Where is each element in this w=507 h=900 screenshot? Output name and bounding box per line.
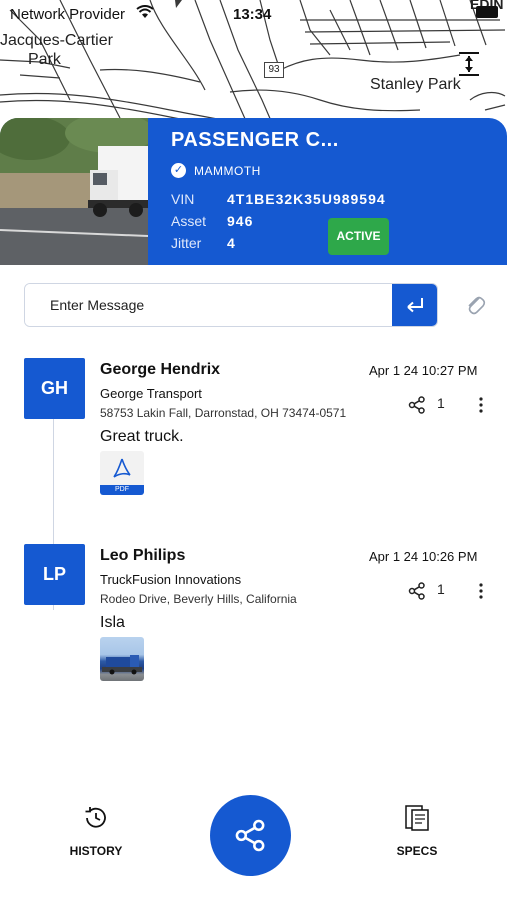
company-name: TruckFusion Innovations xyxy=(100,572,242,587)
message-composer xyxy=(24,283,438,327)
map-label-stanley-park: Stanley Park xyxy=(370,76,461,93)
send-button[interactable] xyxy=(392,284,437,326)
author-name: George Hendrix xyxy=(100,361,221,378)
share-icon[interactable] xyxy=(408,582,426,600)
vin-label: VIN xyxy=(171,191,195,207)
vehicle-make-row: ✓ MAMMOTH xyxy=(171,163,261,178)
carrier-name: Network Provider xyxy=(10,6,126,23)
nav-history[interactable]: HISTORY xyxy=(46,803,146,863)
clock-time: 13:34 xyxy=(233,6,272,23)
more-vertical-icon[interactable] xyxy=(476,396,486,414)
vin-value: 4T1BE32K35U989594 xyxy=(227,191,386,207)
history-icon xyxy=(85,807,106,828)
address: 58753 Lakin Fall, Darronstad, OH 73474-0… xyxy=(100,406,347,420)
return-arrow-icon xyxy=(407,298,423,313)
map-label-jacques-cartier: Jacques-Cartier Park xyxy=(0,32,113,68)
status-badge: ACTIVE xyxy=(328,218,389,255)
vin-row: VIN 4T1BE32K35U989594 xyxy=(171,191,386,207)
vehicle-photo xyxy=(0,118,155,265)
avatar[interactable]: LP xyxy=(24,544,85,605)
pdf-attachment[interactable]: PDF xyxy=(100,451,144,495)
check-circle-icon: ✓ xyxy=(171,163,186,178)
timestamp: Apr 1 24 10:26 PM xyxy=(369,549,478,564)
asset-label: Asset xyxy=(171,213,207,229)
message-input[interactable] xyxy=(25,284,393,326)
share-count: 1 xyxy=(437,581,445,597)
image-attachment[interactable] xyxy=(100,637,144,681)
message-text: Isla xyxy=(100,614,125,631)
jitter-row: Jitter 4 xyxy=(171,235,236,251)
vehicle-info: PASSENGER C... ✓ MAMMOTH VIN 4T1BE32K35U… xyxy=(148,118,507,265)
more-vertical-icon[interactable] xyxy=(476,582,486,600)
truck-photo-thumbnail xyxy=(102,655,142,675)
map-view[interactable]: Jacques-Cartier Park Stanley Park EDIN 9… xyxy=(0,0,507,130)
jitter-value: 4 xyxy=(227,235,236,251)
asset-row: Asset 946 xyxy=(171,213,253,229)
share-icon xyxy=(235,819,265,852)
status-bar: Network Provider 13:34 xyxy=(0,0,507,28)
nav-history-label: HISTORY xyxy=(69,844,123,858)
company-name: George Transport xyxy=(100,386,202,401)
specs-document-icon xyxy=(405,805,429,831)
map-road-shield: 93 xyxy=(264,62,284,78)
share-count: 1 xyxy=(437,395,445,411)
author-name: Leo Philips xyxy=(100,547,186,564)
share-icon[interactable] xyxy=(408,396,426,414)
paperclip-icon[interactable] xyxy=(464,292,486,318)
map-expand-icon[interactable] xyxy=(455,50,483,78)
timestamp: Apr 1 24 10:27 PM xyxy=(369,363,478,378)
jitter-label: Jitter xyxy=(171,235,202,251)
vehicle-make: MAMMOTH xyxy=(194,163,261,178)
nav-specs-label: SPECS xyxy=(396,844,438,858)
avatar[interactable]: GH xyxy=(24,358,85,419)
battery-icon xyxy=(476,6,498,18)
vehicle-card[interactable]: PASSENGER C... ✓ MAMMOTH VIN 4T1BE32K35U… xyxy=(0,118,507,265)
pdf-icon xyxy=(113,458,131,478)
vehicle-title: PASSENGER C... xyxy=(171,129,339,151)
message-text: Great truck. xyxy=(100,428,184,445)
address: Rodeo Drive, Beverly Hills, California xyxy=(100,592,297,606)
nav-specs[interactable]: SPECS xyxy=(367,803,467,863)
pdf-label: PDF xyxy=(100,485,144,495)
share-action-button[interactable] xyxy=(210,795,291,876)
asset-value: 946 xyxy=(227,213,254,229)
